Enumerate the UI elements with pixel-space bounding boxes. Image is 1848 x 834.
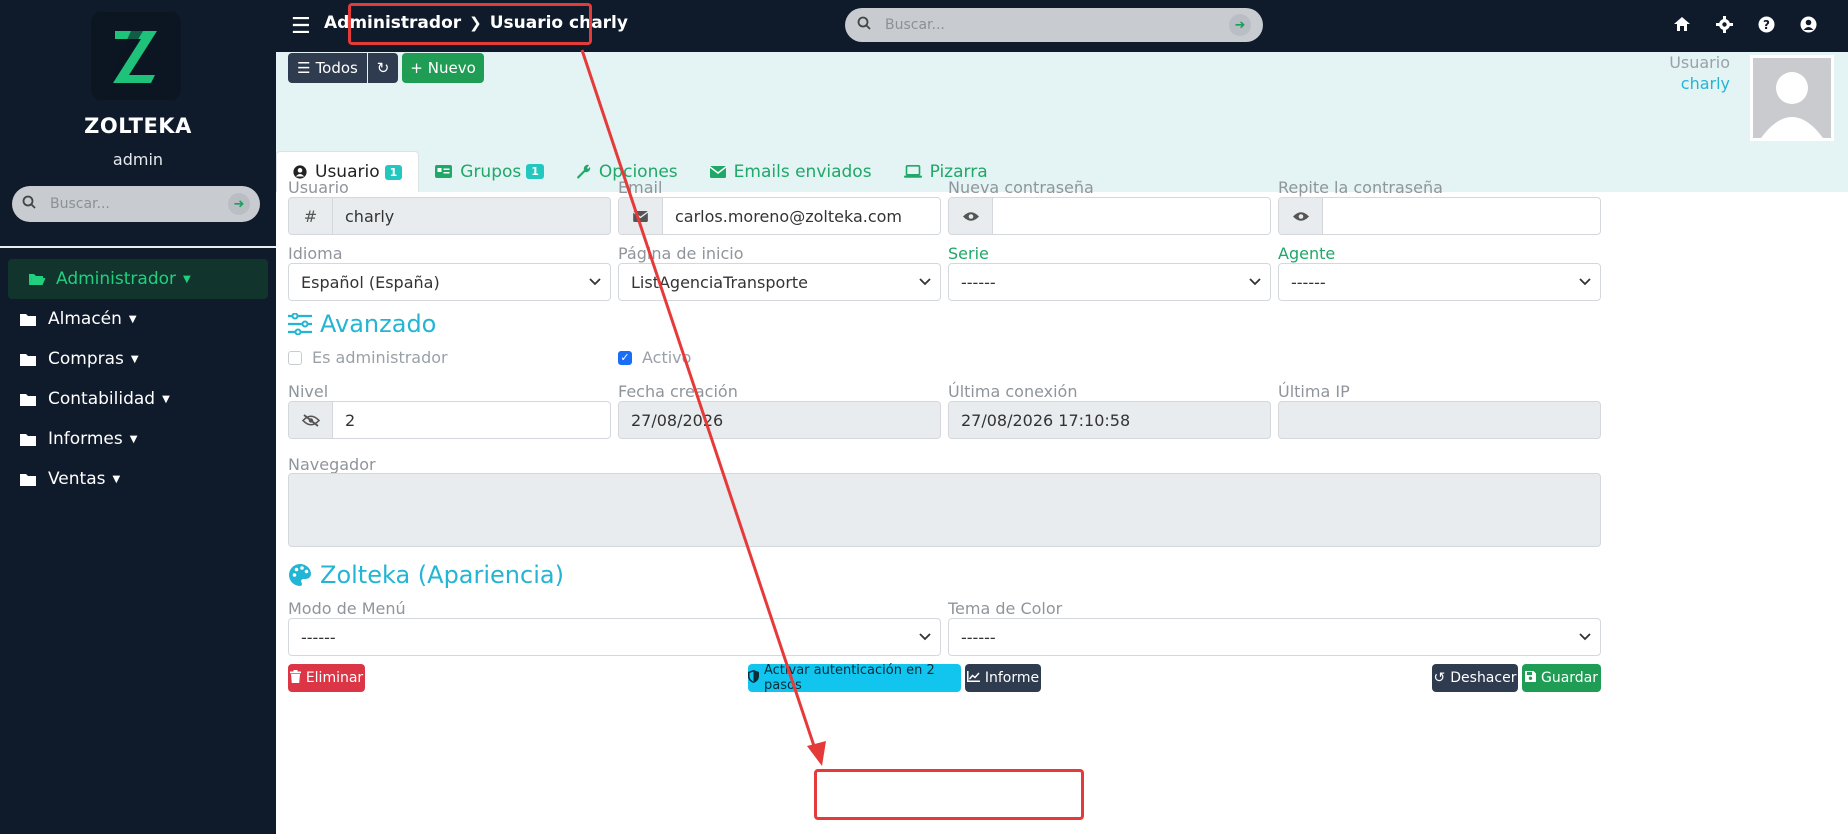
- annotation-arrow: [580, 49, 826, 766]
